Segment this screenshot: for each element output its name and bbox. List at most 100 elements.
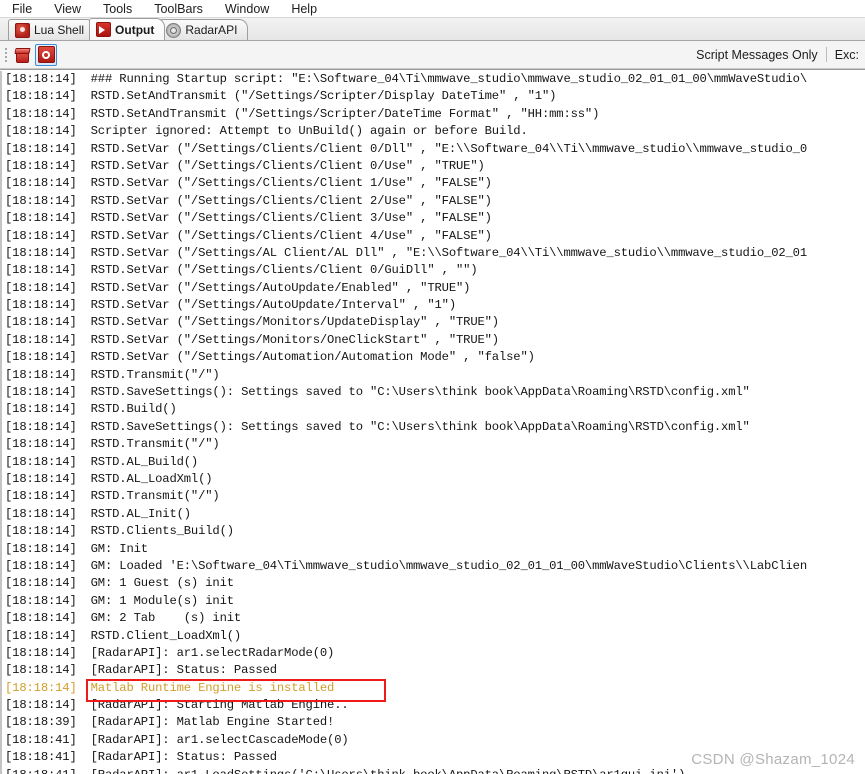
log-line: [18:18:14] RSTD.SetVar ("/Settings/Monito… (0, 331, 865, 350)
log-line: [18:18:14] RSTD.SetVar ("/Settings/Client… (0, 140, 865, 158)
log-line: [18:18:14] [RadarAPI]: Starting Matlab En… (0, 697, 865, 715)
tab-radar-api-label: RadarAPI (185, 23, 238, 37)
log-message: RSTD.Transmit("/") (90, 367, 220, 382)
log-line: [18:18:14] RSTD.AL_Init() (0, 505, 865, 524)
log-message: RSTD.Clients_Build() (90, 524, 234, 539)
tab-lua-shell[interactable]: Lua Shell (8, 19, 96, 40)
log-line: [18:18:14] RSTD.SetVar ("/Settings/AutoUp… (0, 279, 865, 298)
log-timestamp: [18:18:14] (0, 192, 77, 211)
menu-item-view[interactable]: View (54, 0, 81, 18)
log-message: RSTD.SaveSettings(): Settings saved to "… (90, 385, 750, 400)
log-timestamp: [18:18:14] (0, 227, 77, 245)
log-timestamp: [18:18:14] (0, 610, 77, 628)
log-timestamp: [18:18:14] (0, 592, 77, 611)
tab-strip: Lua Shell Output RadarAPI (0, 18, 865, 41)
toolbar-right-group: Script Messages Only Exc: (696, 41, 865, 68)
toolbar-separator (825, 47, 827, 62)
log-timestamp: [18:18:14] (0, 505, 77, 524)
log-message: RSTD.SetVar ("/Settings/Clients/Client 0… (90, 263, 478, 278)
log-message: Scripter ignored: Attempt to UnBuild() a… (90, 124, 528, 139)
log-message: ### Running Startup script: "E:\Software… (90, 72, 808, 86)
log-line: [18:18:14] RSTD.SetVar ("/Settings/AL Cli… (0, 244, 865, 263)
log-message: RSTD.SetVar ("/Settings/AutoUpdate/Enabl… (90, 280, 471, 295)
log-timestamp: [18:18:14] (0, 384, 77, 402)
log-message: RSTD.Client_LoadXml() (90, 628, 242, 643)
tab-lua-shell-label: Lua Shell (34, 23, 85, 37)
log-message: [RadarAPI]: ar1.selectCascadeMode(0) (90, 732, 349, 747)
log-timestamp: [18:18:14] (0, 105, 77, 124)
log-timestamp: [18:18:14] (0, 331, 77, 350)
log-message: GM: Init (90, 541, 148, 556)
log-line: [18:18:14] RSTD.Transmit("/") (0, 436, 865, 454)
log-lines-container: [18:18:14] ### Running Startup script: "E… (0, 70, 865, 774)
log-message: RSTD.SetVar ("/Settings/Monitors/OneClic… (90, 332, 499, 347)
menu-item-file[interactable]: File (12, 0, 32, 18)
stop-circle-icon (37, 46, 55, 63)
menu-item-tools[interactable]: Tools (103, 0, 132, 18)
log-message: RSTD.SetVar ("/Settings/Clients/Client 4… (90, 228, 492, 243)
log-line: [18:18:14] RSTD.SaveSettings(): Settings … (0, 418, 865, 437)
log-line: [18:18:14] RSTD.Build() (0, 401, 865, 419)
log-timestamp: [18:18:14] (0, 123, 77, 141)
log-timestamp: [18:18:41] (0, 749, 77, 767)
log-timestamp: [18:18:14] (0, 175, 77, 193)
log-timestamp: [18:18:14] (0, 366, 77, 385)
menu-item-help[interactable]: Help (291, 0, 317, 18)
log-timestamp: [18:18:14] (0, 679, 77, 698)
output-log-panel[interactable]: [18:18:14] ### Running Startup script: "E… (0, 69, 865, 774)
log-message: RSTD.SetAndTransmit ("/Settings/Scripter… (90, 89, 557, 104)
radar-api-icon (166, 22, 182, 38)
log-line: [18:18:14] GM: Init (0, 540, 865, 558)
log-timestamp: [18:18:14] (0, 88, 77, 106)
log-message: RSTD.Transmit("/") (90, 489, 220, 504)
log-line: [18:18:14] RSTD.SetAndTransmit ("/Setting… (0, 105, 865, 124)
log-timestamp: [18:18:14] (0, 244, 77, 263)
log-timestamp: [18:18:41] (0, 731, 77, 750)
log-message: [RadarAPI]: Matlab Engine Started! (90, 715, 335, 730)
script-messages-only-label[interactable]: Script Messages Only (696, 48, 818, 62)
log-message: [RadarAPI]: ar1.LoadSettings('C:\Users\t… (77, 767, 686, 774)
log-timestamp: [18:18:14] (0, 349, 77, 367)
log-line: [18:18:14] GM: 1 Module(s) init (0, 592, 865, 611)
log-message: RSTD.AL_LoadXml() (90, 471, 213, 486)
log-timestamp: [18:18:14] (0, 262, 77, 280)
log-timestamp: [18:18:14] (0, 140, 77, 158)
log-message: RSTD.Transmit("/") (90, 437, 220, 452)
log-line: [18:18:14] RSTD.SetVar ("/Settings/AutoUp… (0, 297, 865, 315)
log-line: [18:18:14] GM: 1 Guest (s) init (0, 575, 865, 593)
tab-radar-api[interactable]: RadarAPI (159, 19, 249, 40)
log-timestamp: [18:18:14] (0, 453, 77, 471)
log-message: RSTD.SetVar ("/Settings/Clients/Client 1… (90, 176, 492, 191)
log-message: [RadarAPI]: ar1.selectRadarMode(0) (90, 645, 335, 660)
log-timestamp: [18:18:14] (0, 157, 77, 176)
log-message: Matlab Runtime Engine is installed (90, 680, 335, 695)
log-timestamp: [18:18:14] (0, 279, 77, 298)
exception-label[interactable]: Exc: (835, 48, 859, 62)
log-message: RSTD.SetVar ("/Settings/Clients/Client 0… (90, 158, 485, 173)
menu-bar: File View Tools ToolBars Window Help (0, 0, 865, 18)
log-line: [18:18:14] RSTD.SetVar ("/Settings/Client… (0, 157, 865, 176)
log-message: RSTD.SetVar ("/Settings/Monitors/UpdateD… (90, 315, 499, 330)
log-timestamp: [18:18:14] (0, 401, 77, 419)
log-message: RSTD.SetVar ("/Settings/Automation/Autom… (90, 350, 535, 365)
menu-item-window[interactable]: Window (225, 0, 269, 18)
log-line: [18:18:39] [RadarAPI]: Matlab Engine Star… (0, 714, 865, 732)
stop-output-button[interactable] (35, 43, 57, 66)
clear-output-button[interactable] (11, 44, 33, 66)
lua-shell-icon (15, 22, 30, 38)
tab-output[interactable]: Output (89, 18, 166, 40)
menu-item-toolbars[interactable]: ToolBars (154, 0, 203, 18)
log-message: RSTD.SetVar ("/Settings/AutoUpdate/Inter… (90, 298, 457, 313)
log-timestamp: [18:18:14] (0, 418, 77, 437)
toolbar-grip[interactable] (2, 44, 9, 66)
log-message: RSTD.Build() (90, 402, 177, 417)
log-line: [18:18:14] [RadarAPI]: ar1.selectRadarMod… (0, 644, 865, 663)
log-timestamp: [18:18:14] (0, 575, 77, 593)
output-toolbar: Script Messages Only Exc: (0, 41, 865, 69)
log-message: RSTD.SetVar ("/Settings/Clients/Client 2… (90, 193, 492, 208)
log-timestamp: [18:18:14] (0, 297, 77, 315)
log-message: [RadarAPI]: Status: Passed (90, 663, 277, 678)
log-timestamp: [18:18:14] (0, 662, 77, 680)
log-line: [18:18:14] RSTD.SetVar ("/Settings/Client… (0, 227, 865, 245)
log-line: [18:18:14] RSTD.AL_LoadXml() (0, 470, 865, 489)
